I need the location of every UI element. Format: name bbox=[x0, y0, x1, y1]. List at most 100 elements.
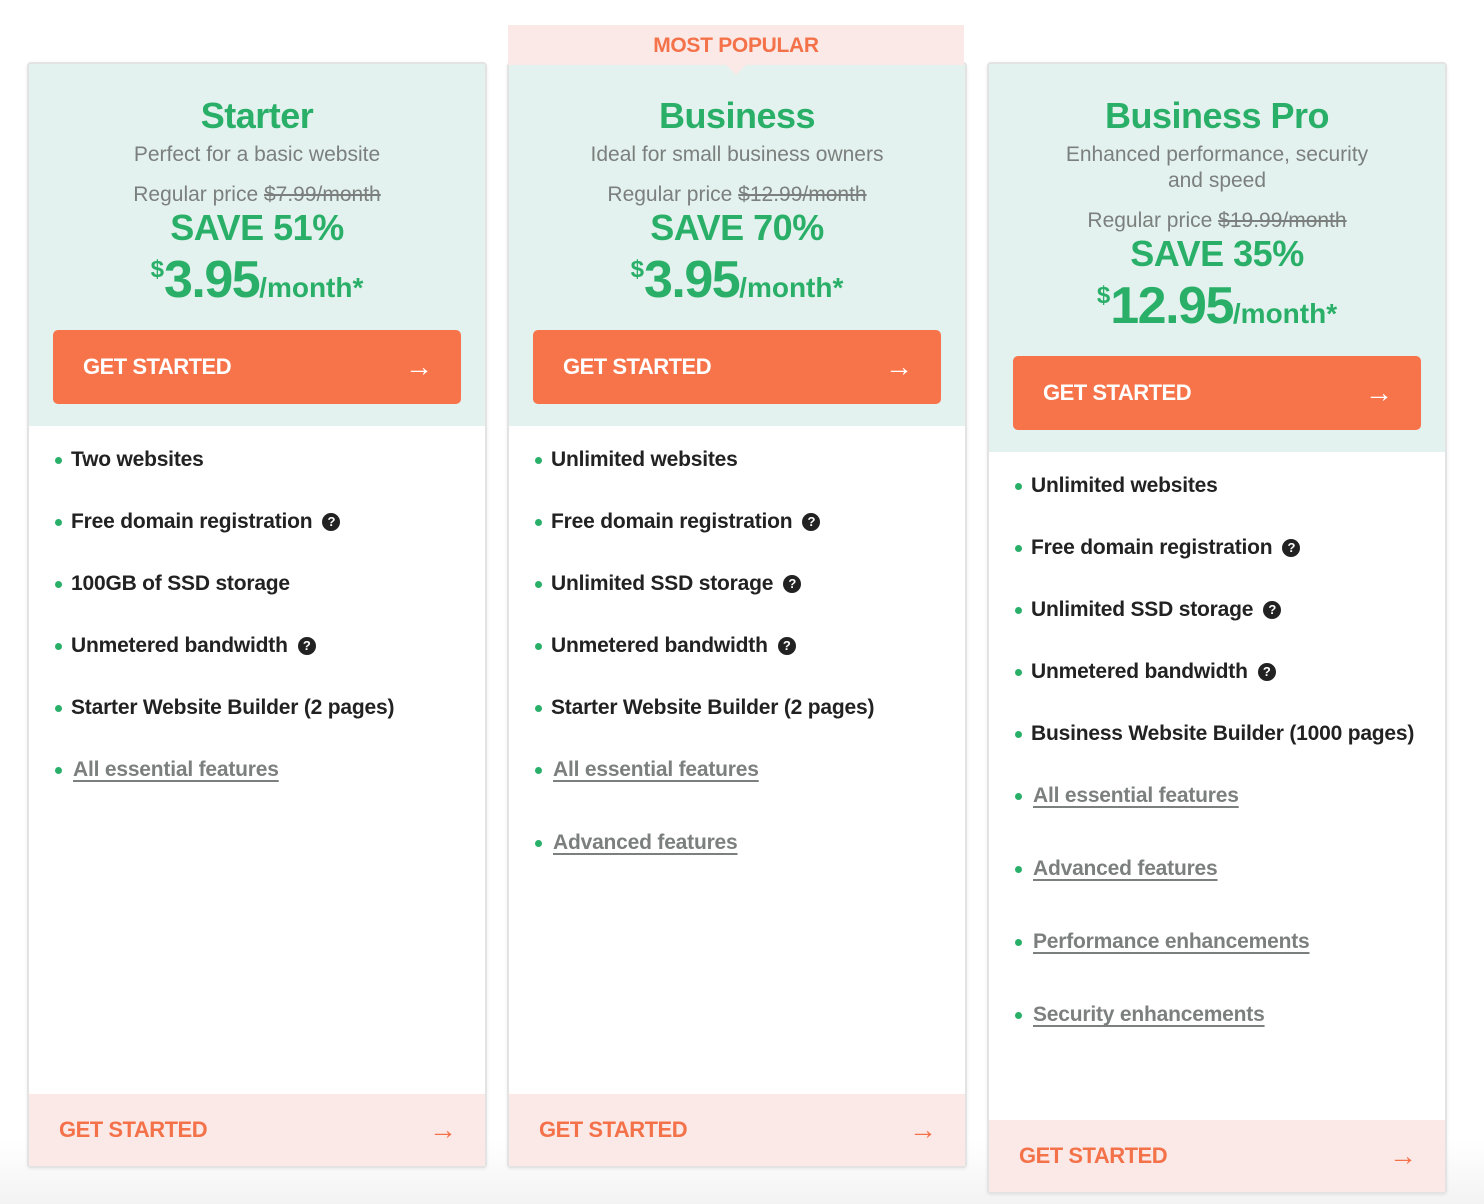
feature-link[interactable]: Advanced features bbox=[553, 831, 738, 854]
get-started-button[interactable]: GET STARTED → bbox=[533, 330, 941, 404]
feature-item: Unlimited SSD storage? bbox=[533, 570, 941, 632]
feature-link[interactable]: All essential features bbox=[553, 758, 759, 781]
feature-text: Unmetered bandwidth bbox=[71, 634, 288, 657]
price-amount: 3.95 bbox=[163, 251, 261, 309]
feature-text: Free domain registration bbox=[71, 510, 313, 533]
plan-tagline: Perfect for a basic website bbox=[133, 143, 381, 166]
footer-get-started-label: GET STARTED bbox=[1019, 1143, 1168, 1168]
save-percent: SAVE 35% bbox=[1130, 233, 1304, 274]
feature-item: Unmetered bandwidth? bbox=[53, 632, 461, 694]
feature-text: Starter Website Builder (2 pages) bbox=[551, 696, 875, 719]
get-started-button[interactable]: GET STARTED → bbox=[53, 330, 461, 404]
regular-price-label: Regular price bbox=[1087, 209, 1213, 232]
feature-item: Unlimited websites bbox=[1013, 472, 1421, 534]
arrow-right-icon: → bbox=[909, 1114, 937, 1145]
feature-link-item: All essential features bbox=[53, 756, 461, 829]
arrow-right-icon: → bbox=[885, 351, 913, 382]
plan-header: Business Pro Enhanced performance, secur… bbox=[989, 64, 1445, 452]
arrow-right-icon: → bbox=[429, 1114, 457, 1145]
feature-link[interactable]: All essential features bbox=[1033, 784, 1239, 807]
price-period: /month* bbox=[739, 272, 844, 303]
badge-notch bbox=[724, 63, 748, 75]
price-period: /month* bbox=[259, 272, 364, 303]
plan-name: Business bbox=[658, 95, 816, 136]
most-popular-badge: MOST POPULAR bbox=[508, 25, 964, 65]
arrow-right-icon: → bbox=[1389, 1140, 1417, 1171]
price-period: /month* bbox=[1232, 298, 1338, 329]
feature-link-item: Advanced features bbox=[1013, 855, 1421, 928]
footer-get-started-label: GET STARTED bbox=[539, 1117, 688, 1142]
save-percent: SAVE 70% bbox=[650, 207, 824, 248]
regular-price: Regular price $12.99/month bbox=[509, 182, 965, 208]
plan-header: Business Ideal for small business owners… bbox=[509, 64, 965, 426]
feature-item: Unlimited SSD storage? bbox=[1013, 596, 1421, 658]
feature-link[interactable]: All essential features bbox=[73, 758, 279, 781]
feature-list: Unlimited websites Free domain registrati… bbox=[989, 452, 1445, 1120]
help-question-icon[interactable]: ? bbox=[1282, 539, 1301, 557]
arrow-right-icon: → bbox=[405, 351, 433, 382]
feature-item: Business Website Builder (1000 pages) bbox=[1013, 720, 1421, 782]
regular-price-value: $12.99/month bbox=[738, 183, 867, 206]
feature-link-item: All essential features bbox=[1013, 782, 1421, 855]
price-amount: 3.95 bbox=[643, 251, 741, 309]
footer-get-started-button[interactable]: GET STARTED → bbox=[989, 1120, 1445, 1192]
plan-name: Business Pro bbox=[1104, 95, 1330, 136]
regular-price-label: Regular price bbox=[607, 183, 733, 206]
regular-price-value: $7.99/month bbox=[263, 183, 381, 206]
feature-link-item: Advanced features bbox=[533, 829, 941, 902]
plan-name: Starter bbox=[200, 95, 314, 136]
feature-item: Free domain registration? bbox=[53, 508, 461, 570]
feature-text: Business Website Builder (1000 pages) bbox=[1031, 722, 1415, 745]
save-percent: SAVE 51% bbox=[170, 207, 344, 248]
feature-text: 100GB of SSD storage bbox=[71, 572, 290, 595]
feature-link-item: All essential features bbox=[533, 756, 941, 829]
feature-item: 100GB of SSD storage bbox=[53, 570, 461, 632]
footer-get-started-button[interactable]: GET STARTED → bbox=[509, 1094, 965, 1166]
feature-link[interactable]: Performance enhancements bbox=[1033, 930, 1310, 953]
plan-price: $3.95/month* bbox=[29, 252, 485, 308]
footer-get-started-button[interactable]: GET STARTED → bbox=[29, 1094, 485, 1166]
feature-link-item: Performance enhancements bbox=[1013, 928, 1421, 1001]
help-question-icon[interactable]: ? bbox=[802, 513, 821, 531]
feature-text: Unlimited websites bbox=[1031, 474, 1218, 497]
feature-list: Unlimited websites Free domain registrati… bbox=[509, 426, 965, 1094]
feature-text: Free domain registration bbox=[551, 510, 793, 533]
help-question-icon[interactable]: ? bbox=[783, 575, 802, 593]
arrow-right-icon: → bbox=[1365, 377, 1393, 408]
regular-price-value: $19.99/month bbox=[1218, 209, 1347, 232]
plan-price: $3.95/month* bbox=[509, 252, 965, 308]
feature-item: Starter Website Builder (2 pages) bbox=[533, 694, 941, 756]
footer-get-started-label: GET STARTED bbox=[59, 1117, 208, 1142]
feature-link[interactable]: Security enhancements bbox=[1033, 1003, 1265, 1026]
get-started-button[interactable]: GET STARTED → bbox=[1013, 356, 1421, 430]
get-started-label: GET STARTED bbox=[83, 354, 232, 379]
feature-item: Two websites bbox=[53, 446, 461, 508]
feature-item: Unmetered bandwidth? bbox=[533, 632, 941, 694]
regular-price-label: Regular price bbox=[133, 183, 259, 206]
plan-price: $12.95/month* bbox=[989, 278, 1445, 334]
feature-text: Free domain registration bbox=[1031, 536, 1273, 559]
feature-link-item: Security enhancements bbox=[1013, 1001, 1421, 1074]
feature-link[interactable]: Advanced features bbox=[1033, 857, 1218, 880]
plan-card-business: Business Ideal for small business owners… bbox=[507, 62, 967, 1168]
help-question-icon[interactable]: ? bbox=[1257, 663, 1276, 681]
price-currency: $ bbox=[630, 256, 644, 283]
price-currency: $ bbox=[1096, 282, 1111, 309]
plan-tagline: Ideal for small business owners bbox=[590, 143, 884, 166]
feature-list: Two websites Free domain registration? 100… bbox=[29, 426, 485, 1094]
feature-text: Two websites bbox=[71, 448, 204, 471]
plan-header: Starter Perfect for a basic website Regu… bbox=[29, 64, 485, 426]
price-amount: 12.95 bbox=[1110, 277, 1234, 335]
help-question-icon[interactable]: ? bbox=[777, 637, 796, 655]
help-question-icon[interactable]: ? bbox=[297, 637, 316, 655]
plan-card-business-pro: Business Pro Enhanced performance, secur… bbox=[987, 62, 1447, 1194]
feature-item: Free domain registration? bbox=[533, 508, 941, 570]
feature-item: Unlimited websites bbox=[533, 446, 941, 508]
help-question-icon[interactable]: ? bbox=[322, 513, 341, 531]
feature-item: Free domain registration? bbox=[1013, 534, 1421, 596]
help-question-icon[interactable]: ? bbox=[1263, 601, 1282, 619]
feature-item: Starter Website Builder (2 pages) bbox=[53, 694, 461, 756]
get-started-label: GET STARTED bbox=[563, 354, 712, 379]
get-started-label: GET STARTED bbox=[1043, 380, 1192, 405]
regular-price: Regular price $7.99/month bbox=[29, 182, 485, 208]
